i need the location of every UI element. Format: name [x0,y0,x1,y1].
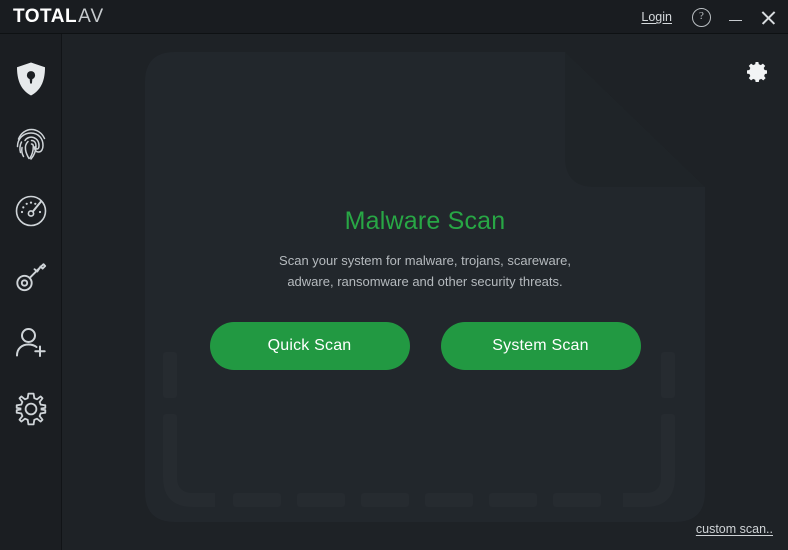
close-icon[interactable] [761,10,776,25]
description-line-1: Scan your system for malware, trojans, s… [279,252,571,268]
sidebar-item-settings[interactable] [0,376,62,442]
page-title: Malware Scan [344,206,506,235]
scan-panel: Malware Scan Scan your system for malwar… [62,34,788,550]
window-controls: Login ? [641,0,776,34]
quick-scan-button[interactable]: Quick Scan [209,321,410,370]
scan-button-row: Quick Scan System Scan [209,321,641,370]
gear-icon [14,392,48,426]
help-circle-icon[interactable]: ? [692,7,711,27]
login-link[interactable]: Login [641,10,672,24]
sidebar-item-privacy[interactable] [0,112,62,178]
shield-icon [15,61,47,97]
description-line-2: adware, ransomware and other security th… [287,273,563,289]
app-logo: TOTALAV [13,6,104,28]
key-icon [14,260,48,294]
sidebar [0,34,62,550]
minimize-icon[interactable] [729,10,743,24]
main-content: Malware Scan Scan your system for malwar… [62,34,788,550]
sidebar-item-password-vault[interactable] [0,244,62,310]
logo-total: TOTAL [13,6,78,27]
custom-scan-link[interactable]: custom scan.. [696,522,773,536]
system-scan-button[interactable]: System Scan [440,321,641,370]
total-av-window: TOTALAV Login ? Malware Scan Scan your s… [0,0,788,550]
page-description: Scan your system for malware, trojans, s… [279,250,571,292]
fingerprint-icon [14,127,48,163]
title-bar: TOTALAV Login ? [0,0,788,34]
logo-av: AV [78,6,105,27]
speedometer-icon [14,194,48,228]
sidebar-item-antivirus[interactable] [0,46,62,112]
person-add-icon [14,327,48,359]
sidebar-item-performance[interactable] [0,178,62,244]
sidebar-item-add-user[interactable] [0,310,62,376]
